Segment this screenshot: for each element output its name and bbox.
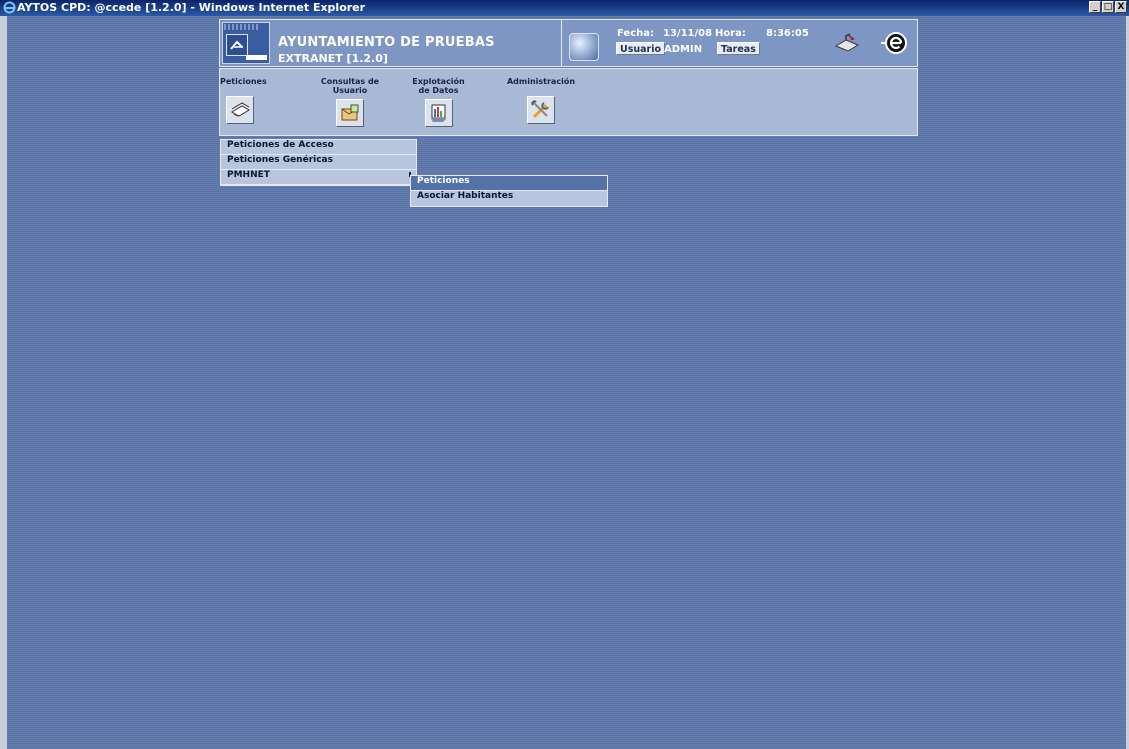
menu-item-peticiones-genericas[interactable]: Peticiones Genéricas xyxy=(221,155,416,170)
tareas-button[interactable]: Tareas xyxy=(717,42,760,55)
logo-pattern-icon xyxy=(224,24,258,30)
usuario-value: ADMIN xyxy=(664,44,703,55)
ie-logo-icon xyxy=(3,1,16,14)
module-administracion[interactable]: Administración xyxy=(501,77,581,124)
organization-name: AYUNTAMIENTO DE PRUEBAS xyxy=(278,35,495,50)
close-button[interactable]: X xyxy=(1115,1,1127,13)
submenu-item-asociar-habitantes[interactable]: Asociar Habitantes xyxy=(411,191,607,206)
hora-value: 8:36:05 xyxy=(766,28,809,39)
brand-e-icon[interactable] xyxy=(880,29,908,57)
module-explotacion[interactable]: Explotación de Datos xyxy=(411,77,466,127)
minimize-button[interactable]: _ xyxy=(1089,1,1101,13)
peticiones-dropdown-menu: Peticiones de Acceso Peticiones Genérica… xyxy=(220,139,417,186)
menu-item-peticiones-acceso[interactable]: Peticiones de Acceso xyxy=(221,140,416,155)
hora-label: Hora: xyxy=(715,28,746,39)
explotacion-icon[interactable] xyxy=(424,99,453,127)
module-peticiones-label: Peticiones xyxy=(220,77,267,86)
pmhnet-submenu: Peticiones Asociar Habitantes xyxy=(410,175,608,207)
module-administracion-label: Administración xyxy=(506,77,576,86)
logo-a-icon xyxy=(226,34,248,56)
module-peticiones[interactable]: Peticiones xyxy=(220,77,267,124)
globe-icon[interactable] xyxy=(569,33,599,61)
submenu-item-peticiones[interactable]: Peticiones xyxy=(411,176,607,191)
module-consultas[interactable]: Consultas de Usuario xyxy=(320,77,380,127)
logo-strip xyxy=(246,55,267,60)
module-explotacion-label: Explotación de Datos xyxy=(412,77,465,95)
window-title: AYTOS CPD: @ccede [1.2.0] - Windows Inte… xyxy=(17,1,366,14)
window-titlebar[interactable]: AYTOS CPD: @ccede [1.2.0] - Windows Inte… xyxy=(0,0,1129,16)
window-left-border xyxy=(0,16,7,749)
module-consultas-label: Consultas de Usuario xyxy=(320,77,380,95)
module-toolbar: Peticiones Consultas de Usuario Explotac… xyxy=(219,68,918,136)
header-divider xyxy=(561,20,562,66)
app-logo xyxy=(222,22,270,64)
usuario-button[interactable]: Usuario xyxy=(616,42,666,55)
maximize-button[interactable]: □ xyxy=(1102,1,1114,13)
menu-item-pmhnet[interactable]: PMHNET xyxy=(221,170,416,185)
app-header: AYUNTAMIENTO DE PRUEBAS EXTRANET [1.2.0]… xyxy=(219,19,918,67)
app-version: EXTRANET [1.2.0] xyxy=(278,52,388,65)
administracion-icon[interactable] xyxy=(527,96,555,124)
peticiones-icon[interactable] xyxy=(226,96,254,124)
consultas-icon[interactable] xyxy=(336,99,364,127)
fecha-value: 13/11/08 xyxy=(663,28,713,39)
fecha-label: Fecha: xyxy=(617,28,655,39)
exit-door-icon[interactable] xyxy=(833,29,861,57)
